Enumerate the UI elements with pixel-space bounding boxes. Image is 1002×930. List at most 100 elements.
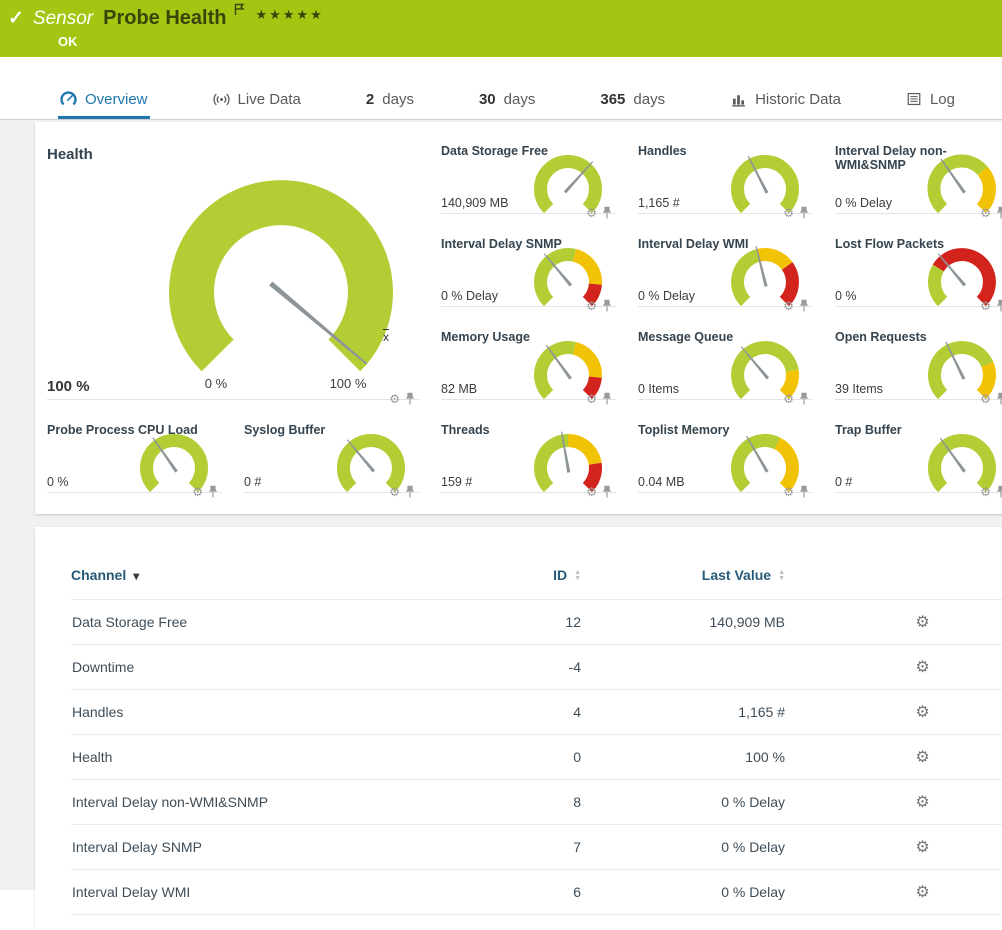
gauge-pin-icon[interactable] [405,392,415,405]
gauge-settings-gear-icon[interactable]: ⚙ [586,300,597,312]
gauge-settings-gear-icon[interactable]: ⚙ [980,393,991,405]
channel-id: 12 [511,600,616,645]
live-data-icon [213,91,230,108]
gauge-value: 0 % [835,289,857,303]
gauge-pin-icon[interactable] [799,485,809,498]
gauge-handles: Handles1,165 #⚙ [626,134,823,227]
gauge-pin-icon[interactable] [799,206,809,219]
tab-overview[interactable]: Overview [58,82,150,119]
tab-365-days[interactable]: 365days [598,82,667,119]
sensor-name: Probe Health [103,7,226,30]
channel-name[interactable]: Interval Delay WMI [71,870,511,915]
overview-gauge-icon [60,91,77,108]
gauge-pin-icon[interactable] [996,485,1002,498]
tab-30-days[interactable]: 30days [477,82,537,119]
gauge-actions: ⚙ [783,392,809,405]
gauge-settings-gear-icon[interactable]: ⚙ [980,486,991,498]
gauge-value: 140,909 MB [441,196,508,210]
gauge-pin-icon[interactable] [602,299,612,312]
gauge-settings-gear-icon[interactable]: ⚙ [783,486,794,498]
tab-number: 2 [366,91,374,108]
gauge-settings-gear-icon[interactable]: ⚙ [192,486,203,498]
gauge-actions: ⚙ [389,392,415,405]
gauge-pin-icon[interactable] [602,392,612,405]
gauge-settings-gear-icon[interactable]: ⚙ [389,393,400,405]
column-header-id[interactable]: ID ▲▼ [511,567,616,600]
gauge-settings-gear-icon[interactable]: ⚙ [586,207,597,219]
tab-number: 30 [479,91,496,108]
gauge-pin-icon[interactable] [996,392,1002,405]
table-row-health: Health0100 %⚙ [71,735,1002,780]
gauge-pin-icon[interactable] [602,485,612,498]
channel-last-value [616,645,825,690]
channel-settings-gear-icon[interactable]: ⚙ [915,884,929,901]
channel-settings-gear-icon[interactable]: ⚙ [915,659,929,676]
tab-live-data[interactable]: Live Data [211,82,303,119]
gauge-settings-gear-icon[interactable]: ⚙ [389,486,400,498]
gauge-settings-gear-icon[interactable]: ⚙ [783,300,794,312]
tab-log[interactable]: Log [904,82,957,119]
gauge-actions: ⚙ [980,206,1002,219]
channel-last-value: 140,909 MB [616,600,825,645]
gauge-settings-gear-icon[interactable]: ⚙ [586,393,597,405]
channel-name[interactable]: Interval Delay non-WMI&SNMP [71,780,511,825]
gauge-actions: ⚙ [586,392,612,405]
gauge-settings-gear-icon[interactable]: ⚙ [783,207,794,219]
gauge-pin-icon[interactable] [996,299,1002,312]
gauge-pin-icon[interactable] [602,206,612,219]
gauge-syslog-buffer: Syslog Buffer0 #⚙ [232,413,429,506]
tab-2-days[interactable]: 2days [364,82,416,119]
gauge-settings-gear-icon[interactable]: ⚙ [783,393,794,405]
channel-id: 0 [511,735,616,780]
gauge-settings-gear-icon[interactable]: ⚙ [980,300,991,312]
gauge-settings-gear-icon[interactable]: ⚙ [980,207,991,219]
channel-name[interactable]: Downtime [71,645,511,690]
gauge-pin-icon[interactable] [405,485,415,498]
channel-settings-gear-icon[interactable]: ⚙ [915,839,929,856]
tab-label: Log [930,91,955,108]
channel-name[interactable]: Data Storage Free [71,600,511,645]
channel-settings-gear-icon[interactable]: ⚙ [915,704,929,721]
gauge-value: 0 % Delay [835,196,892,210]
health-gauge-dial [155,156,407,413]
sort-arrows-icon[interactable]: ▲▼ [574,570,581,582]
flag-icon[interactable] [234,3,245,21]
sensor-header: ✓ Sensor Probe Health ★★★★★ OK [0,0,1002,57]
divider [835,399,1002,400]
gauge-interval-delay-wmi: Interval Delay WMI0 % Delay⚙ [626,227,823,320]
sort-arrows-icon[interactable]: ▲▼ [778,570,785,582]
gauge-pin-icon[interactable] [799,392,809,405]
channel-name[interactable]: Handles [71,690,511,735]
gauge-actions: ⚙ [783,485,809,498]
gauge-actions: ⚙ [783,299,809,312]
channel-last-value: 1,165 # [616,690,825,735]
divider [835,492,1002,493]
gauge-pin-icon[interactable] [799,299,809,312]
channel-name[interactable]: Interval Delay SNMP [71,825,511,870]
gauge-value: 100 % [47,378,90,395]
gauge-data-storage-free: Data Storage Free140,909 MB⚙ [429,134,626,227]
column-label: ID [553,567,567,583]
gauge-settings-gear-icon[interactable]: ⚙ [586,486,597,498]
priority-stars[interactable]: ★★★★★ [255,7,323,23]
channel-name[interactable]: Health [71,735,511,780]
divider [835,306,1002,307]
gauge-pin-icon[interactable] [996,206,1002,219]
channel-id: 4 [511,690,616,735]
column-header-last-value[interactable]: Last Value▲▼ [616,567,825,600]
table-row-interval-delay-wmi: Interval Delay WMI60 % Delay⚙ [71,870,1002,915]
channel-settings-gear-icon[interactable]: ⚙ [915,614,929,631]
channel-settings-gear-icon[interactable]: ⚙ [915,794,929,811]
tab-number: 365 [600,91,625,108]
channel-name[interactable]: Lost Flow Packets [71,915,511,930]
gauge-pin-icon[interactable] [208,485,218,498]
tab-historic-data[interactable]: Historic Data [728,82,843,119]
object-kind-label: Sensor [33,8,93,30]
channel-id: 10 [511,915,616,930]
column-header-channel[interactable]: Channel▾ [71,567,511,600]
channel-settings-gear-icon[interactable]: ⚙ [915,749,929,766]
sort-caret-icon[interactable]: ▾ [133,569,139,583]
gauge-actions: ⚙ [980,299,1002,312]
gauge-value: 0 % Delay [441,289,498,303]
tab-label: Overview [85,91,148,108]
